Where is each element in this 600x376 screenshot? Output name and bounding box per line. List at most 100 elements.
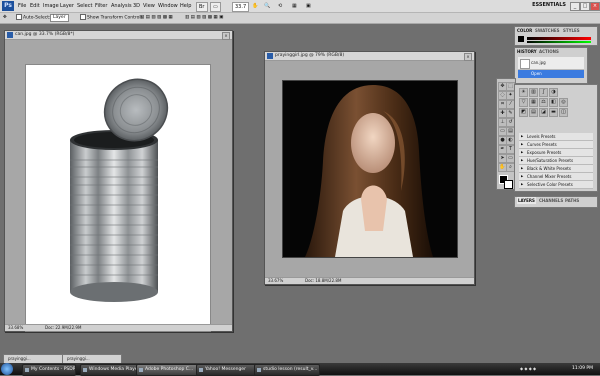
photoshop-logo-icon: Ps [2, 1, 14, 11]
curves-icon[interactable]: ∫ [539, 88, 548, 97]
document-icon [267, 53, 273, 59]
document-titlebar[interactable]: prayinggirl.jpg @ 79% (RGB/8) × [265, 52, 474, 61]
close-icon[interactable]: × [222, 32, 230, 40]
zoom-percentage[interactable]: 33.68% [8, 325, 23, 331]
document-window-can[interactable]: can.jpg @ 33.7% (RGB/8*) × 33.68% Doc: 2… [4, 30, 233, 332]
bridge-button[interactable]: Br [196, 2, 208, 12]
tab-paths[interactable]: PATHS [565, 197, 579, 204]
state-name: Open [531, 71, 542, 76]
distribute-buttons[interactable]: ▥ ▤ ▧ ▨ ▩ ▦ ▣ [185, 14, 223, 22]
photo-filter-icon[interactable]: ◎ [559, 98, 568, 107]
menu-window[interactable]: Window [158, 2, 178, 10]
layer-dropdown[interactable]: Layer [50, 14, 69, 24]
praying-girl-image [282, 80, 458, 258]
zoom-level-field[interactable]: 33.7 [232, 2, 250, 12]
zoom-percentage[interactable]: 33.67% [268, 278, 283, 284]
menu-select[interactable]: Select [77, 2, 92, 10]
tray-icons[interactable]: ◆ ◆ ◆ ◆ [520, 364, 536, 374]
zoom-tool-icon[interactable]: 🔍 [264, 2, 270, 10]
posterize-icon[interactable]: ▤ [529, 108, 538, 117]
menu-analysis[interactable]: Analysis [111, 2, 132, 10]
menu-layer[interactable]: Layer [60, 2, 74, 10]
praying-girl-picture [283, 81, 457, 257]
document-title: prayinggirl.jpg @ 79% (RGB/8) [275, 53, 345, 58]
options-bar: ✥ Auto-Select: Layer Show Transform Cont… [0, 13, 600, 24]
taskbar-item-active[interactable]: Adobe Photoshop C... [136, 364, 200, 376]
tab-history[interactable]: HISTORY [517, 48, 537, 55]
document-status-bar: 33.67% Doc: 18.8M/22.8M [265, 277, 474, 284]
transform-controls-checkbox[interactable]: Show Transform Controls [80, 14, 143, 23]
background-color-swatch[interactable] [504, 180, 513, 189]
transform-controls-label: Show Transform Controls [87, 15, 143, 21]
tab-layers[interactable]: LAYERS [517, 197, 536, 204]
preset-levels[interactable]: Levels Presets [519, 133, 593, 141]
menu-file[interactable]: File [18, 2, 26, 10]
document-size[interactable]: Doc: 22.9M/22.9M [45, 325, 81, 331]
close-icon[interactable]: × [464, 53, 472, 61]
preset-curves[interactable]: Curves Presets [519, 141, 593, 149]
preset-channel-mixer[interactable]: Channel Mixer Presets [519, 173, 593, 181]
tab-color[interactable]: COLOR [517, 27, 532, 34]
color-panel: COLOR SWATCHES STYLES [514, 26, 598, 46]
menu-3d[interactable]: 3D [133, 2, 140, 10]
document-status-bar: 33.68% Doc: 22.9M/22.9M [5, 324, 232, 331]
history-state-open[interactable]: Open [518, 70, 584, 78]
hand-tool-icon[interactable]: ✋ [252, 2, 258, 10]
selective-color-icon[interactable]: ◫ [559, 108, 568, 117]
menu-image[interactable]: Image [43, 2, 59, 10]
menu-bar: Ps File Edit Image Layer Select Filter A… [0, 0, 600, 13]
document-titlebar[interactable]: can.jpg @ 33.7% (RGB/8*) × [5, 31, 232, 40]
green-slider[interactable] [527, 41, 591, 43]
taskbar-item[interactable]: Yahoo! Messenger [196, 364, 258, 376]
snapshot-name: can.jpg [531, 60, 546, 65]
foreground-color-swatch[interactable] [518, 36, 524, 42]
start-button[interactable] [1, 363, 13, 375]
brightness-icon[interactable]: ☀ [519, 88, 528, 97]
screen-mode-icon[interactable]: ▣ [306, 2, 311, 10]
tab-channels[interactable]: CHANNELS [539, 197, 563, 204]
mini-bridge-button[interactable]: ▭ [210, 2, 221, 12]
workspace-switcher[interactable]: ESSENTIALS [532, 2, 566, 8]
threshold-icon[interactable]: ◪ [539, 108, 548, 117]
snapshot-thumbnail [520, 59, 530, 69]
color-balance-icon[interactable]: ⚖ [539, 98, 548, 107]
menu-filter[interactable]: Filter [95, 2, 107, 10]
red-slider[interactable] [527, 37, 591, 40]
hue-saturation-icon[interactable]: ▦ [529, 98, 538, 107]
tab-styles[interactable]: STYLES [563, 27, 580, 34]
taskbar-item[interactable]: My Contents - PSDR [22, 364, 76, 376]
clock[interactable]: 11:09 PM [572, 364, 593, 374]
gradient-map-icon[interactable]: ▬ [549, 108, 558, 117]
arrange-documents-icon[interactable]: ▦ [292, 2, 297, 10]
tab-actions[interactable]: ACTIONS [539, 48, 559, 55]
move-tool-icon[interactable]: ✥ [3, 14, 7, 22]
maximize-button[interactable]: □ [580, 2, 590, 11]
menu-help[interactable]: Help [180, 2, 191, 10]
exposure-icon[interactable]: ◑ [549, 88, 558, 97]
menu-edit[interactable]: Edit [30, 2, 40, 10]
toolbox: ✥ ⬚ ◌ ✦ ⌗ ⁄ ✚ ✎ ⊥ ↺ ▭ ▤ ● ◐ ✒ T ➤ ▭ ✋ ⌕ [496, 78, 516, 190]
auto-select-checkbox[interactable]: Auto-Select: [16, 14, 51, 23]
rotate-view-icon[interactable]: ⟲ [278, 2, 282, 10]
document-window-girl[interactable]: prayinggirl.jpg @ 79% (RGB/8) × 33.67% D… [264, 51, 475, 285]
close-button[interactable]: × [590, 2, 600, 11]
align-buttons[interactable]: ▥ ▤ ▧ ▨ ▩ ▦ [140, 14, 173, 22]
adjustment-icons: ☀ ▥ ∫ ◑ ▽ ▦ ⚖ ◧ ◎ ◩ ▤ ◪ ▬ ◫ [519, 88, 593, 118]
preset-selective-color[interactable]: Selective Color Presets [519, 181, 593, 189]
adjustments-panel: ☀ ▥ ∫ ◑ ▽ ▦ ⚖ ◧ ◎ ◩ ▤ ◪ ▬ ◫ Levels Prese… [514, 84, 598, 192]
vibrance-icon[interactable]: ▽ [519, 98, 528, 107]
minimize-button[interactable]: _ [570, 2, 580, 11]
menu-view[interactable]: View [143, 2, 155, 10]
tab-swatches[interactable]: SWATCHES [535, 27, 560, 34]
history-snapshot[interactable]: can.jpg [518, 57, 584, 70]
levels-icon[interactable]: ▥ [529, 88, 538, 97]
taskbar-item[interactable]: studio lesson (result_v... [254, 364, 320, 376]
preset-black-white[interactable]: Black & White Presets [519, 165, 593, 173]
taskbar-item[interactable]: Windows Media Player [80, 364, 140, 376]
invert-icon[interactable]: ◩ [519, 108, 528, 117]
preset-exposure[interactable]: Exposure Presets [519, 149, 593, 157]
preset-hue-saturation[interactable]: Hue/Saturation Presets [519, 157, 593, 165]
black-white-icon[interactable]: ◧ [549, 98, 558, 107]
document-size[interactable]: Doc: 18.8M/22.8M [305, 278, 341, 284]
history-panel: HISTORY ACTIONS can.jpg Open [514, 47, 588, 84]
